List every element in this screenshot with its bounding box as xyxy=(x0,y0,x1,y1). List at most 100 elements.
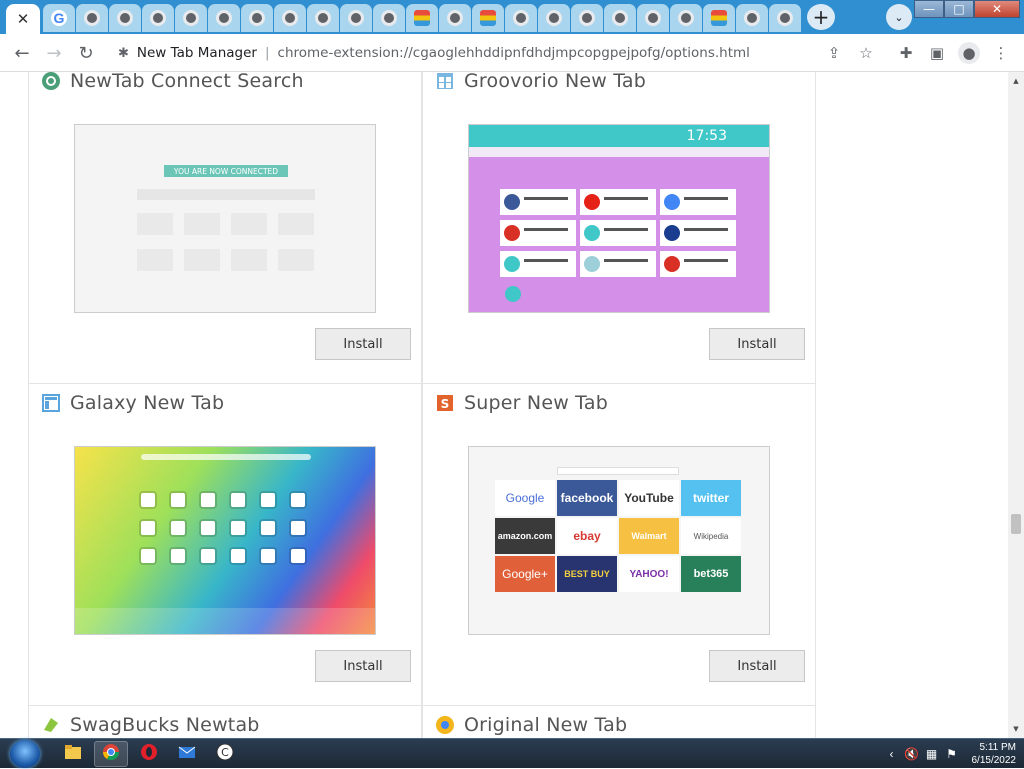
search-bar-preview xyxy=(137,189,315,200)
tab[interactable] xyxy=(241,4,273,32)
install-button[interactable]: Install xyxy=(709,650,805,682)
taskbar-app[interactable]: C xyxy=(208,741,242,767)
original-newtab-logo-icon xyxy=(435,715,455,735)
card-title: Super New Tab xyxy=(464,392,608,414)
preview-tile xyxy=(500,251,576,277)
preview-app-icon xyxy=(141,521,155,535)
tab[interactable] xyxy=(175,4,207,32)
profile-button[interactable]: ● xyxy=(958,42,980,64)
tab[interactable] xyxy=(76,4,108,32)
tab[interactable] xyxy=(769,4,801,32)
preview-app-icon xyxy=(171,549,185,563)
preview-clock: 17:53 xyxy=(687,128,727,144)
preview-tile xyxy=(231,249,267,271)
tab[interactable] xyxy=(472,4,504,32)
new-tab-button[interactable]: + xyxy=(807,4,835,30)
arrow-right-icon: → xyxy=(46,43,61,64)
tab[interactable] xyxy=(604,4,636,32)
preview-app-icon xyxy=(261,493,275,507)
install-button[interactable]: Install xyxy=(315,328,411,360)
share-button[interactable]: ⇪ xyxy=(823,42,845,64)
rainbow-favicon-icon xyxy=(480,10,496,26)
minimize-button[interactable]: — xyxy=(914,0,944,18)
preview-app-icon xyxy=(231,549,245,563)
close-tab-icon[interactable]: ✕ xyxy=(17,10,30,28)
network-icon[interactable]: ▦ xyxy=(922,747,942,761)
tab[interactable] xyxy=(142,4,174,32)
taskbar-explorer[interactable] xyxy=(56,741,90,767)
tab[interactable] xyxy=(208,4,240,32)
taskbar-clock[interactable]: 5:11 PM 6/15/2022 xyxy=(972,741,1017,767)
scroll-down-arrow-icon[interactable]: ▼ xyxy=(1008,722,1024,736)
extension-favicon-icon xyxy=(447,10,463,26)
extension-screenshot[interactable] xyxy=(74,446,376,635)
preview-app-icon xyxy=(201,493,215,507)
tab[interactable] xyxy=(703,4,735,32)
preview-app-icon xyxy=(141,549,155,563)
page-origin: New Tab Manager xyxy=(137,45,257,61)
tab[interactable] xyxy=(274,4,306,32)
tab-search-button[interactable]: ⌄ xyxy=(886,4,912,30)
preview-tile xyxy=(500,189,576,215)
tab[interactable] xyxy=(670,4,702,32)
start-button[interactable] xyxy=(10,740,40,768)
back-button[interactable]: ← xyxy=(10,41,34,65)
swagbucks-logo-icon xyxy=(41,715,61,735)
action-center-icon[interactable]: ⚑ xyxy=(942,747,962,761)
preview-tile xyxy=(278,213,314,235)
maximize-button[interactable]: □ xyxy=(944,0,974,18)
tab[interactable] xyxy=(637,4,669,32)
scroll-up-arrow-icon[interactable]: ▲ xyxy=(1008,74,1024,88)
taskbar-outlook[interactable] xyxy=(170,741,204,767)
bookmark-button[interactable]: ☆ xyxy=(855,42,877,64)
tab[interactable] xyxy=(439,4,471,32)
tab[interactable] xyxy=(736,4,768,32)
preview-tile: amazon.com xyxy=(495,518,555,554)
preview-app-icon xyxy=(261,521,275,535)
install-button[interactable]: Install xyxy=(709,328,805,360)
side-panel-button[interactable]: ▣ xyxy=(926,42,948,64)
scroll-thumb[interactable] xyxy=(1011,514,1021,534)
show-hidden-icons-icon[interactable]: ‹ xyxy=(882,747,902,761)
taskbar-opera[interactable] xyxy=(132,741,166,767)
connect-logo-icon xyxy=(41,72,61,91)
svg-text:C: C xyxy=(221,746,229,759)
install-button[interactable]: Install xyxy=(315,650,411,682)
tab[interactable] xyxy=(571,4,603,32)
extension-favicon-icon xyxy=(678,10,694,26)
preview-tile: twitter xyxy=(681,480,741,516)
menu-button[interactable]: ⋮ xyxy=(990,42,1012,64)
reload-button[interactable]: ↻ xyxy=(74,41,98,65)
chrome-icon xyxy=(102,743,120,765)
address-bar[interactable]: ✱ New Tab Manager | chrome-extension://c… xyxy=(108,38,888,68)
close-window-button[interactable]: ✕ xyxy=(974,0,1020,18)
tab[interactable] xyxy=(538,4,570,32)
extension-favicon-icon xyxy=(282,10,298,26)
taskbar-chrome[interactable] xyxy=(94,741,128,767)
windows-taskbar: C ‹ 🔇 ▦ ⚑ 5:11 PM 6/15/2022 xyxy=(0,738,1024,768)
preview-tile xyxy=(660,251,736,277)
tab[interactable] xyxy=(373,4,405,32)
tab[interactable] xyxy=(109,4,141,32)
forward-button[interactable]: → xyxy=(42,41,66,65)
tab[interactable] xyxy=(505,4,537,32)
tab-google[interactable]: G xyxy=(43,4,75,32)
extension-favicon-icon xyxy=(117,10,133,26)
extensions-button[interactable]: ✚ xyxy=(895,42,917,64)
tab[interactable] xyxy=(340,4,372,32)
tab[interactable] xyxy=(307,4,339,32)
tab[interactable] xyxy=(406,4,438,32)
volume-muted-icon[interactable]: 🔇 xyxy=(902,747,922,761)
card-title: Galaxy New Tab xyxy=(70,392,224,414)
extension-card: SwagBucks Newtab xyxy=(28,706,422,738)
extension-screenshot[interactable]: YOU ARE NOW CONNECTED xyxy=(74,124,376,313)
preview-tile xyxy=(580,220,656,246)
card-title: SwagBucks Newtab xyxy=(70,714,260,736)
active-tab[interactable]: ✕ xyxy=(6,4,40,34)
preview-app-icon xyxy=(231,521,245,535)
extension-screenshot[interactable]: Google facebook YouTube twitter amazon.c… xyxy=(468,446,770,635)
vertical-scrollbar[interactable]: ▲ ▼ xyxy=(1008,72,1024,738)
extension-favicon-icon xyxy=(249,10,265,26)
extension-card: Groovorio New Tab 17:53 Install xyxy=(422,72,816,384)
extension-screenshot[interactable]: 17:53 xyxy=(468,124,770,313)
